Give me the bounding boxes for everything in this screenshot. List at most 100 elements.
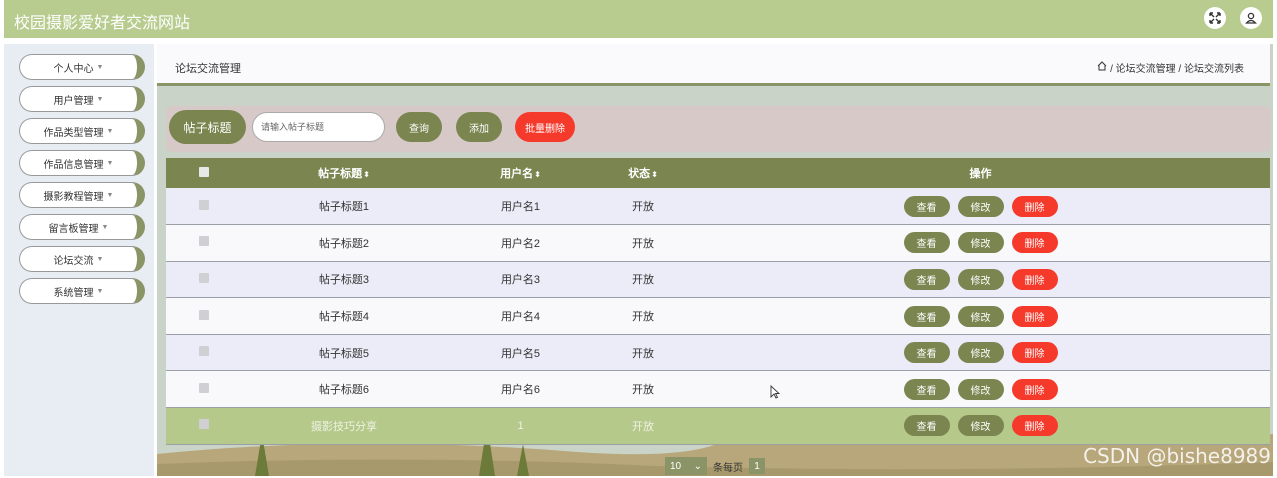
edit-button[interactable]: 修改 (957, 268, 1004, 290)
edit-button[interactable]: 修改 (957, 415, 1004, 437)
edit-button[interactable]: 修改 (957, 305, 1004, 327)
row-checkbox[interactable] (199, 199, 209, 210)
main-content: 论坛交流管理 / 论坛交流管理 / 论坛交流列表 帖子标题 查询 添加 批量删除… (157, 44, 1273, 476)
sidebar-item-label: 留言板管理 (48, 223, 99, 235)
edit-button[interactable]: 修改 (957, 195, 1004, 217)
sidebar-item-work-type-management[interactable]: 作品类型管理 ▼ (19, 118, 145, 144)
table-row[interactable]: 帖子标题2 用户名2 开放 查看 修改 删除 (166, 224, 1270, 262)
page-size-select[interactable]: 10 ⌄ (665, 457, 707, 475)
delete-button[interactable]: 删除 (1011, 232, 1058, 254)
column-header-status[interactable]: 状态⬍ (595, 158, 691, 188)
post-title-cell: 帖子标题2 (318, 237, 370, 250)
table-row[interactable]: 帖子标题1 用户名1 开放 查看 修改 删除 (166, 188, 1270, 225)
view-button[interactable]: 查看 (903, 232, 950, 254)
post-title-cell: 帖子标题5 (318, 347, 370, 360)
row-actions-cell: 查看 修改 删除 (691, 298, 1270, 335)
sidebar-item-tutorial-management[interactable]: 摄影教程管理 ▼ (19, 182, 145, 208)
pagination: 10 ⌄ 条每页 1 (665, 457, 765, 475)
view-button[interactable]: 查看 (903, 342, 950, 364)
page-number-current[interactable]: 1 (749, 458, 765, 474)
row-actions-cell: 查看 修改 删除 (691, 408, 1270, 445)
delete-button[interactable]: 删除 (1011, 342, 1058, 364)
caret-down-icon: ▼ (106, 191, 114, 199)
delete-button[interactable]: 删除 (1011, 305, 1058, 327)
view-button[interactable]: 查看 (903, 378, 950, 400)
sidebar-item-message-board[interactable]: 留言板管理 ▼ (19, 214, 145, 240)
select-all-checkbox[interactable] (199, 166, 209, 177)
page-header: 论坛交流管理 / 论坛交流管理 / 论坛交流列表 (157, 44, 1270, 86)
caret-down-icon: ▼ (96, 95, 104, 103)
sort-icon[interactable]: ⬍ (534, 170, 541, 179)
row-checkbox[interactable] (199, 346, 209, 357)
row-actions-cell: 查看 修改 删除 (691, 225, 1270, 262)
delete-button[interactable]: 删除 (1011, 415, 1058, 437)
caret-down-icon: ▼ (96, 287, 104, 295)
view-button[interactable]: 查看 (903, 268, 950, 290)
home-icon[interactable] (1097, 61, 1107, 74)
search-input[interactable] (252, 112, 385, 142)
row-checkbox[interactable] (199, 309, 209, 320)
fullscreen-icon[interactable] (1204, 7, 1226, 29)
query-button[interactable]: 查询 (396, 112, 442, 142)
edit-button[interactable]: 修改 (957, 378, 1004, 400)
sidebar-item-user-management[interactable]: 用户管理 ▼ (19, 86, 145, 112)
username-cell: 1 (517, 419, 524, 432)
table-row[interactable]: 帖子标题4 用户名4 开放 查看 修改 删除 (166, 297, 1270, 335)
add-button[interactable]: 添加 (456, 112, 502, 142)
sort-icon[interactable]: ⬍ (363, 170, 370, 179)
page-title: 论坛交流管理 (175, 63, 241, 75)
top-bar: 校园摄影爱好者交流网站 (4, 0, 1273, 38)
caret-down-icon: ▼ (106, 159, 114, 167)
row-select-cell (166, 408, 242, 445)
post-title-cell: 帖子标题3 (318, 274, 370, 287)
post-title-cell: 帖子标题4 (318, 311, 370, 324)
chevron-down-icon: ⌄ (693, 460, 702, 472)
breadcrumb-text[interactable]: / 论坛交流管理 / 论坛交流列表 (1110, 60, 1244, 75)
table-row[interactable]: 摄影技巧分享 1 开放 查看 修改 删除 (166, 407, 1270, 445)
user-icon[interactable] (1240, 7, 1262, 29)
view-button[interactable]: 查看 (903, 195, 950, 217)
edit-button[interactable]: 修改 (957, 342, 1004, 364)
username-cell: 用户名6 (500, 384, 541, 397)
view-button[interactable]: 查看 (903, 415, 950, 437)
sidebar-item-label: 作品信息管理 (43, 159, 104, 171)
caret-down-icon: ▼ (101, 223, 109, 231)
data-table: 帖子标题⬍ 用户名⬍ 状态⬍ 操作 帖子标题1 用户名1 开放 查看 修改 删除 帖子标题2… (166, 158, 1270, 445)
row-select-cell (166, 334, 242, 371)
delete-button[interactable]: 删除 (1011, 195, 1058, 217)
status-cell: 开放 (632, 201, 654, 214)
row-actions-cell: 查看 修改 删除 (691, 261, 1270, 298)
search-bar: 帖子标题 查询 添加 批量删除 (166, 106, 1270, 152)
sidebar-item-system-management[interactable]: 系统管理 ▼ (19, 278, 145, 304)
post-title-cell: 摄影技巧分享 (311, 420, 377, 433)
table-row[interactable]: 帖子标题6 用户名6 开放 查看 修改 删除 (166, 370, 1270, 408)
column-header-title[interactable]: 帖子标题⬍ (242, 158, 446, 188)
per-page-label: 条每页 (713, 462, 743, 474)
delete-button[interactable]: 删除 (1011, 378, 1058, 400)
row-checkbox[interactable] (199, 382, 209, 393)
status-cell: 开放 (632, 347, 654, 360)
username-cell: 用户名1 (500, 201, 541, 214)
status-cell: 开放 (632, 237, 654, 250)
batch-delete-button[interactable]: 批量删除 (515, 112, 575, 142)
sidebar-item-forum[interactable]: 论坛交流 ▼ (19, 246, 145, 272)
row-checkbox[interactable] (199, 272, 209, 283)
row-checkbox[interactable] (199, 419, 209, 430)
column-header-user[interactable]: 用户名⬍ (446, 158, 595, 188)
view-button[interactable]: 查看 (903, 305, 950, 327)
breadcrumb: / 论坛交流管理 / 论坛交流列表 (1097, 60, 1244, 75)
sidebar-item-label: 个人中心 (53, 63, 94, 75)
caret-down-icon: ▼ (96, 63, 104, 71)
sidebar-item-label: 摄影教程管理 (43, 191, 104, 203)
sidebar-item-work-info-management[interactable]: 作品信息管理 ▼ (19, 150, 145, 176)
row-checkbox[interactable] (199, 236, 209, 247)
delete-button[interactable]: 删除 (1011, 268, 1058, 290)
sort-icon[interactable]: ⬍ (651, 170, 658, 179)
table-row[interactable]: 帖子标题3 用户名3 开放 查看 修改 删除 (166, 261, 1270, 298)
sidebar-item-personal-center[interactable]: 个人中心 ▼ (19, 54, 145, 80)
username-cell: 用户名5 (500, 347, 541, 360)
edit-button[interactable]: 修改 (957, 232, 1004, 254)
select-all-cell (166, 158, 242, 188)
table-row[interactable]: 帖子标题5 用户名5 开放 查看 修改 删除 (166, 334, 1270, 371)
sidebar-item-label: 用户管理 (53, 95, 94, 107)
